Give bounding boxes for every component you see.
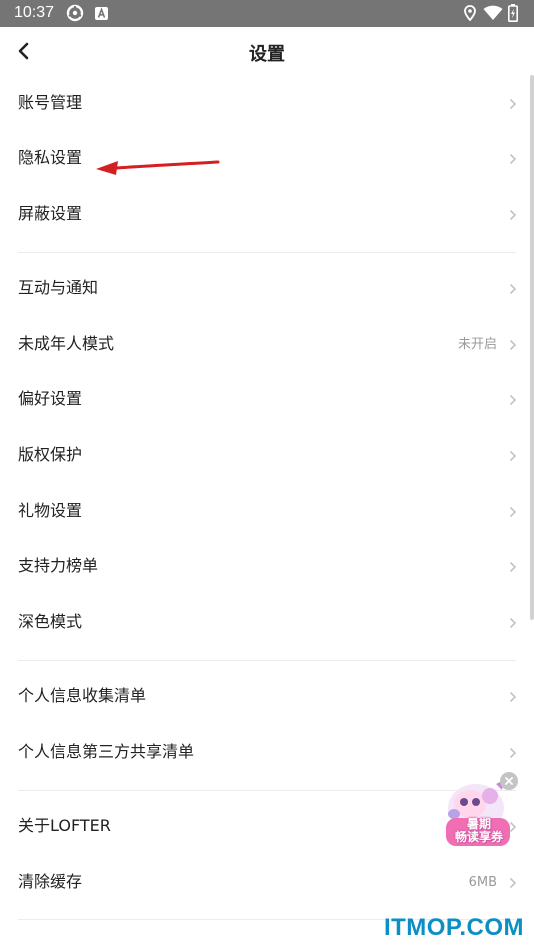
menu-item-label: 偏好设置 [18, 389, 83, 408]
chevron-right-icon [509, 617, 517, 629]
chevron-right-icon [509, 450, 517, 462]
menu-item-dark-mode[interactable]: 深色模式 [0, 597, 534, 649]
chevron-right-icon [509, 339, 517, 351]
chevron-right-icon [509, 153, 517, 165]
chevron-right-icon [509, 747, 517, 759]
menu-item-label: 互动与通知 [18, 278, 99, 297]
menu-item-gifts[interactable]: 礼物设置 [0, 486, 534, 538]
menu-item-label: 未成年人模式 [18, 334, 115, 353]
menu-item-preferences[interactable]: 偏好设置 [0, 374, 534, 426]
menu-item-label: 个人信息收集清单 [18, 686, 147, 705]
sync-icon [64, 4, 86, 22]
menu-item-label: 深色模式 [18, 612, 83, 631]
menu-item-info-collection-list[interactable]: 个人信息收集清单 [0, 671, 534, 723]
menu-item-label: 版权保护 [18, 445, 83, 464]
menu-item-block[interactable]: 屏蔽设置 [0, 189, 534, 241]
menu-item-notifications[interactable]: 互动与通知 [0, 263, 534, 315]
chevron-right-icon [509, 98, 517, 110]
menu-item-privacy[interactable]: 隐私设置 [0, 133, 534, 185]
menu-item-label: 支持力榜单 [18, 556, 99, 575]
chevron-right-icon [509, 209, 517, 221]
watermark: ITMOP.COM [383, 914, 524, 941]
wifi-icon [482, 4, 504, 22]
status-bar: 10:37 [0, 0, 534, 27]
promo-close-button[interactable] [500, 772, 518, 790]
header: 设置 [0, 27, 534, 75]
promo-text[interactable]: 暑期 畅读享券 [447, 818, 511, 844]
close-icon [505, 777, 513, 785]
page-title: 设置 [249, 44, 285, 65]
annotation-arrow-icon [96, 160, 220, 175]
chevron-right-icon [509, 691, 517, 703]
menu-item-account[interactable]: 账号管理 [0, 78, 534, 130]
location-icon [462, 4, 478, 22]
menu-item-label: 隐私设置 [18, 148, 83, 167]
chevron-right-icon [509, 394, 517, 406]
chevron-right-icon [509, 561, 517, 573]
scrollbar[interactable] [530, 75, 534, 620]
app-notification-icon [94, 4, 108, 22]
menu-item-label: 个人信息第三方共享清单 [18, 742, 195, 761]
minor-mode-status: 未开启 [457, 337, 497, 352]
menu-item-label: 清除缓存 [18, 872, 83, 891]
battery-icon [507, 4, 519, 22]
chevron-right-icon [509, 283, 517, 295]
menu-item-label: 礼物设置 [18, 501, 83, 520]
section-divider [18, 252, 516, 253]
cache-size: 6MB [468, 875, 497, 890]
status-time: 10:37 [14, 4, 55, 21]
menu-item-label: 账号管理 [18, 93, 83, 112]
menu-item-label: 关于LOFTER [18, 816, 111, 835]
menu-item-copyright[interactable]: 版权保护 [0, 430, 534, 482]
chevron-right-icon [509, 506, 517, 518]
menu-item-minor-mode[interactable]: 未成年人模式 未开启 [0, 319, 534, 371]
promo-text-line2: 畅读享券 [454, 830, 503, 844]
chevron-right-icon [509, 877, 517, 889]
menu-item-label: 屏蔽设置 [18, 204, 83, 223]
menu-item-clear-cache[interactable]: 清除缓存 6MB [0, 857, 534, 909]
section-divider [18, 660, 516, 661]
menu-item-support-ranking[interactable]: 支持力榜单 [0, 541, 534, 593]
menu-item-third-party-sharing-list[interactable]: 个人信息第三方共享清单 [0, 727, 534, 779]
